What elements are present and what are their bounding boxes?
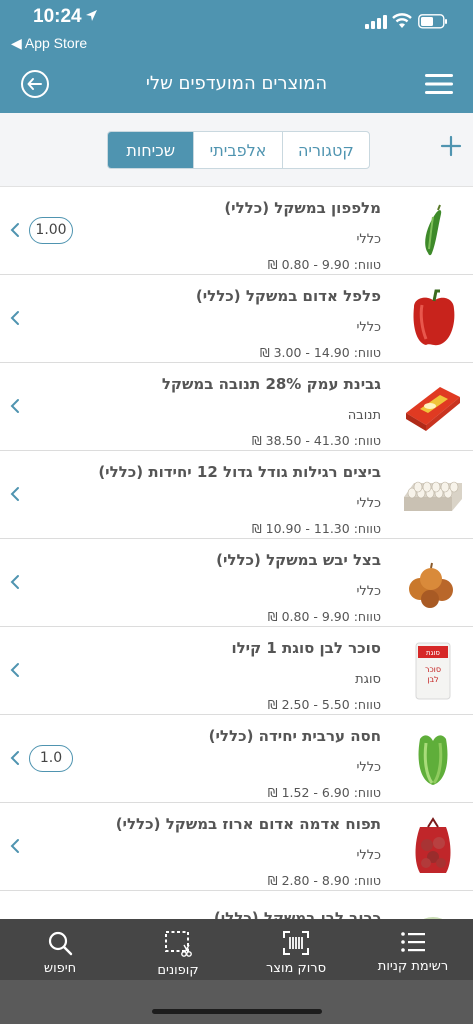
coupon-scissors-icon — [165, 931, 192, 957]
sugar-bag-image: סוגת סוכר לבן — [415, 642, 451, 700]
potatoes-bag-image — [415, 817, 451, 873]
price-range: טווח: 41.30 - 38.50 ₪ — [251, 433, 381, 448]
list-item[interactable]: בצל יבש במשקל (כללי) כללי טווח: 9.90 - 0… — [0, 539, 473, 627]
price-range: טווח: 14.90 - 3.00 ₪ — [259, 345, 381, 360]
product-category: כללי — [356, 848, 381, 863]
status-bar: 10:24 ◀ App Store — [0, 0, 473, 56]
product-name: מלפפון במשקל (כללי) — [224, 199, 381, 217]
tab-search-label: חיפוש — [43, 961, 77, 976]
barcode-scan-icon — [283, 931, 309, 955]
page-title: המוצרים המועדפים שלי — [145, 73, 328, 94]
chevron-left-icon[interactable] — [8, 398, 22, 414]
price-range: טווח: 8.90 - 2.80 ₪ — [267, 873, 381, 888]
price-range: טווח: 6.90 - 1.52 ₪ — [267, 785, 381, 800]
search-icon — [48, 931, 73, 956]
product-name: חסה ערבית יחידה (כללי) — [208, 727, 381, 745]
product-name: פלפל אדום במשקל (כללי) — [195, 287, 381, 305]
product-name: בצל יבש במשקל (כללי) — [216, 551, 381, 569]
product-category: כללי — [356, 320, 381, 335]
red-pepper-image — [413, 289, 455, 346]
home-indicator[interactable] — [152, 1009, 322, 1014]
product-category: תנובה — [347, 408, 381, 423]
product-category: כללי — [356, 232, 381, 247]
product-category: כללי — [356, 760, 381, 775]
product-category: כללי — [356, 496, 381, 511]
back-to-app-store-link[interactable]: ◀ App Store — [11, 35, 87, 52]
favorites-list: מלפפון במשקל (כללי) כללי טווח: 9.90 - 0.… — [0, 187, 473, 919]
sort-filter-bar: שכיחות אלפביתי קטגוריה — [0, 113, 473, 187]
tab-list-label: רשימת קניות — [377, 959, 449, 974]
tab-alphabetical[interactable]: אלפביתי — [193, 132, 281, 168]
tab-coupons-label: קופונים — [157, 963, 199, 978]
app-header: המוצרים המועדפים שלי — [0, 58, 473, 113]
list-item[interactable]: גבינת עמק 28% תנובה במשקל תנובה טווח: 41… — [0, 363, 473, 451]
location-arrow-icon — [86, 10, 97, 21]
list-item[interactable]: ביצים רגילות גודל גדול 12 יחידות (כללי) … — [0, 451, 473, 539]
tab-scan-label: סרוק מוצר — [265, 961, 327, 976]
quantity-badge[interactable]: 1.0 — [29, 745, 73, 772]
list-item[interactable]: פלפל אדום במשקל (כללי) כללי טווח: 14.90 … — [0, 275, 473, 363]
product-name: גבינת עמק 28% תנובה במשקל — [161, 375, 381, 393]
chevron-left-icon[interactable] — [8, 486, 22, 502]
list-item[interactable]: מלפפון במשקל (כללי) כללי טווח: 9.90 - 0.… — [0, 187, 473, 275]
cheese-block-image — [406, 387, 460, 431]
list-icon — [401, 932, 425, 952]
svg-text:סוכר: סוכר — [425, 665, 441, 674]
chevron-left-icon[interactable] — [8, 750, 22, 766]
svg-text:לבן: לבן — [427, 675, 438, 684]
tab-frequency[interactable]: שכיחות — [108, 132, 194, 168]
tab-scan-product[interactable]: סרוק מוצר — [258, 919, 334, 980]
onions-image — [409, 562, 453, 608]
product-name: כרוב לבן במשקל (כללי) — [213, 909, 381, 919]
price-range: טווח: 5.50 - 2.50 ₪ — [267, 697, 381, 712]
wifi-icon — [392, 13, 412, 28]
chevron-left-icon[interactable] — [8, 662, 22, 678]
chevron-left-icon[interactable] — [8, 222, 22, 238]
product-category: כללי — [356, 584, 381, 599]
list-item[interactable]: סוכר לבן סוגת 1 קילו סוגת טווח: 5.50 - 2… — [0, 627, 473, 715]
cellular-signal-icon — [365, 15, 387, 29]
cabbage-image — [423, 917, 443, 919]
plus-icon[interactable] — [438, 133, 464, 159]
lettuce-image — [418, 735, 448, 785]
back-arrow-icon[interactable] — [20, 69, 50, 99]
product-category: סוגת — [355, 672, 381, 687]
price-range: טווח: 9.90 - 0.80 ₪ — [267, 257, 381, 272]
quantity-badge[interactable]: 1.00 — [29, 217, 73, 244]
tab-shopping-list[interactable]: רשימת קניות — [370, 919, 456, 980]
price-range: טווח: 11.30 - 10.90 ₪ — [251, 521, 381, 536]
price-range: טווח: 9.90 - 0.80 ₪ — [267, 609, 381, 624]
chevron-left-icon[interactable] — [8, 838, 22, 854]
home-indicator-area — [0, 980, 473, 1024]
product-name: סוכר לבן סוגת 1 קילו — [231, 639, 381, 657]
chevron-left-icon[interactable] — [8, 310, 22, 326]
tab-category[interactable]: קטגוריה — [281, 132, 369, 168]
svg-text:סוגת: סוגת — [426, 649, 440, 657]
list-item[interactable]: תפוח אדמה אדום ארוז במשקל (כללי) כללי טו… — [0, 803, 473, 891]
egg-carton-image — [404, 481, 462, 511]
hamburger-menu-icon[interactable] — [425, 72, 453, 96]
battery-icon — [418, 14, 447, 29]
tab-coupons[interactable]: קופונים — [140, 919, 216, 980]
cucumber-image — [425, 204, 442, 256]
bottom-tab-bar: חיפוש קופונים סרוק מוצר רשימת קניות — [0, 919, 473, 980]
chevron-left-icon[interactable] — [8, 574, 22, 590]
tab-search[interactable]: חיפוש — [22, 919, 98, 980]
list-item[interactable]: חסה ערבית יחידה (כללי) כללי טווח: 6.90 -… — [0, 715, 473, 803]
product-name: תפוח אדמה אדום ארוז במשקל (כללי) — [115, 815, 381, 833]
list-item[interactable]: כרוב לבן במשקל (כללי) — [0, 891, 473, 919]
sort-segmented-control: שכיחות אלפביתי קטגוריה — [107, 131, 370, 169]
status-time: 10:24 — [33, 6, 82, 27]
product-name: ביצים רגילות גודל גדול 12 יחידות (כללי) — [98, 463, 381, 481]
top-bar: 10:24 ◀ App Store המוצרים המועדפים שלי — [0, 0, 473, 113]
